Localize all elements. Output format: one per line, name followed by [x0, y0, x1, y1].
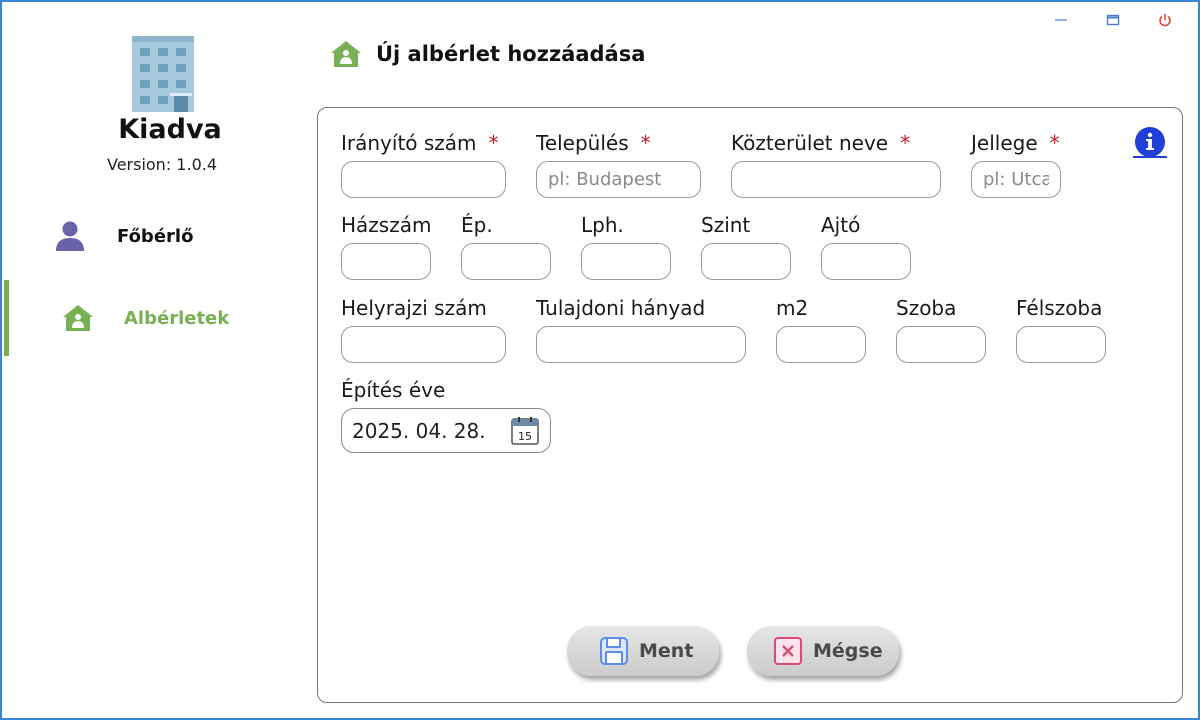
area-input[interactable]: [776, 326, 866, 363]
rooms-label: Szoba: [896, 296, 957, 320]
lot-number-label: Helyrajzi szám: [341, 296, 487, 320]
app-version: Version: 1.0.4: [106, 155, 218, 174]
door-input[interactable]: [821, 243, 911, 280]
zip-label: Irányító szám *: [341, 131, 499, 155]
calendar-day: 15: [518, 430, 532, 443]
info-icon: [1135, 127, 1165, 157]
area-label: m2: [776, 296, 809, 320]
close-button[interactable]: [1150, 8, 1180, 32]
door-label: Ajtó: [821, 213, 861, 237]
city-label: Település *: [536, 131, 651, 155]
city-input[interactable]: [536, 161, 701, 198]
ownership-share-input[interactable]: [536, 326, 746, 363]
maximize-button[interactable]: [1098, 8, 1128, 32]
half-rooms-label: Félszoba: [1016, 296, 1103, 320]
home-icon: [331, 41, 361, 67]
cancel-icon: [774, 637, 802, 665]
staircase-label: Lph.: [581, 213, 624, 237]
save-button[interactable]: Ment: [567, 626, 719, 676]
sidebar-item-main-tenant[interactable]: Főbérlő: [0, 198, 300, 274]
build-year-value: 2025. 04. 28.: [352, 418, 486, 443]
user-icon: [56, 221, 84, 251]
build-year-date-picker[interactable]: 2025. 04. 28. 15: [341, 408, 551, 453]
page-header: Új albérlet hozzáadása: [330, 38, 645, 70]
sidebar-item-label: Albérletek: [124, 307, 230, 329]
zip-input[interactable]: [341, 161, 506, 198]
lot-number-input[interactable]: [341, 326, 506, 363]
app-title: Kiadva: [118, 114, 222, 145]
sidebar-item-label: Főbérlő: [117, 225, 194, 247]
staircase-input[interactable]: [581, 243, 671, 280]
save-icon: [600, 637, 628, 665]
building-icon: [132, 36, 194, 112]
street-name-label: Közterület neve *: [731, 131, 911, 155]
house-number-input[interactable]: [341, 243, 431, 280]
building-label: Ép.: [461, 213, 493, 237]
floor-input[interactable]: [701, 243, 791, 280]
cancel-button[interactable]: Mégse: [747, 626, 899, 676]
home-icon: [63, 305, 93, 331]
info-button[interactable]: [1134, 126, 1166, 158]
ownership-share-label: Tulajdoni hányad: [536, 296, 706, 320]
info-underline: [1133, 156, 1167, 158]
power-icon: [1159, 14, 1171, 27]
street-type-input[interactable]: [971, 161, 1061, 198]
build-year-label: Építés éve: [341, 378, 446, 402]
save-label: Ment: [639, 640, 694, 662]
sidebar-item-rentals[interactable]: Albérletek: [0, 280, 300, 356]
building-input[interactable]: [461, 243, 551, 280]
calendar-icon[interactable]: 15: [510, 416, 540, 446]
minimize-button[interactable]: [1046, 8, 1076, 32]
floor-label: Szint: [701, 213, 751, 237]
sidebar: Kiadva Version: 1.0.4 Főbérlő Albérletek: [0, 0, 300, 720]
minimize-icon: [1055, 19, 1067, 21]
street-name-input[interactable]: [731, 161, 941, 198]
rooms-input[interactable]: [896, 326, 986, 363]
app-logo: [130, 34, 196, 116]
street-type-label: Jellege *: [971, 131, 1060, 155]
cancel-label: Mégse: [813, 640, 883, 662]
half-rooms-input[interactable]: [1016, 326, 1106, 363]
maximize-icon: [1106, 14, 1120, 26]
house-number-label: Házszám: [341, 213, 432, 237]
page-title: Új albérlet hozzáadása: [376, 42, 646, 66]
